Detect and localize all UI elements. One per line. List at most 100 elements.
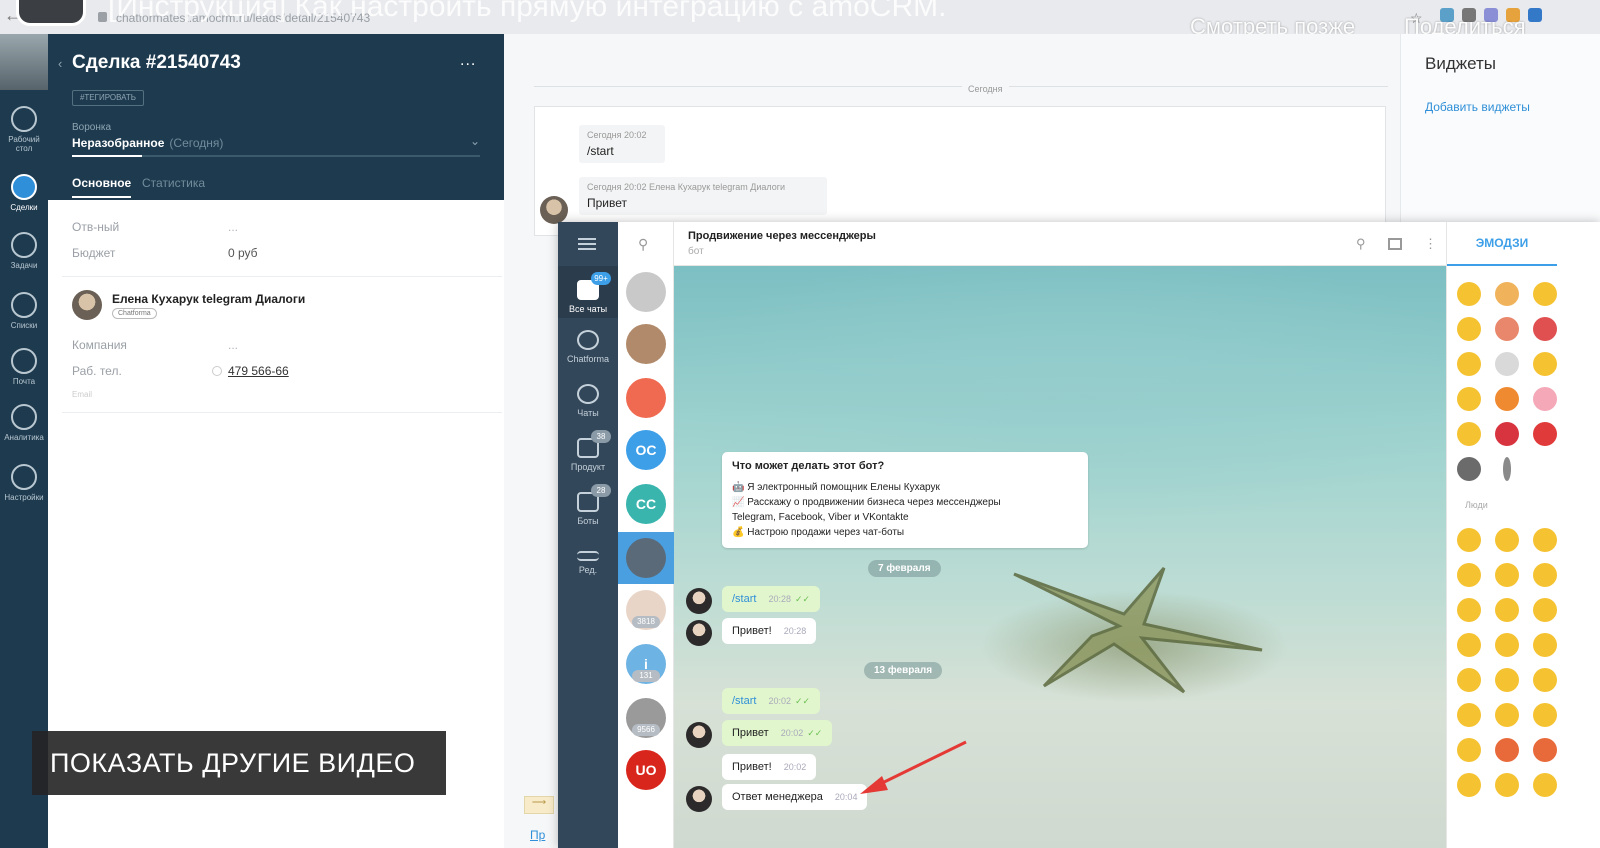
field-value-budget[interactable]: 0 руб (228, 246, 258, 260)
emoji-item[interactable] (1533, 738, 1557, 762)
folder-chatforma[interactable]: Chatforma (558, 330, 618, 364)
feed-contact-avatar[interactable] (540, 196, 568, 224)
emoji-item[interactable] (1495, 317, 1519, 341)
more-menu-button[interactable]: ... (460, 52, 476, 70)
sidebar-toggle-icon[interactable] (1388, 238, 1402, 250)
emoji-item[interactable] (1503, 457, 1511, 481)
user-avatar[interactable] (0, 34, 48, 90)
tab-emoji[interactable]: ЭМОДЗИ (1447, 236, 1557, 250)
video-title[interactable]: [Инструкция] Как настроить прямую интегр… (108, 0, 946, 24)
emoji-item[interactable] (1457, 282, 1481, 306)
emoji-item[interactable] (1495, 633, 1519, 657)
emoji-item[interactable] (1533, 352, 1557, 376)
chat-avatar[interactable]: OC (626, 430, 666, 470)
phone-icon[interactable] (212, 366, 222, 376)
nav-item-mail[interactable]: Почта (0, 348, 48, 386)
extension-icon[interactable] (1528, 8, 1542, 22)
field-value-company[interactable]: ... (228, 338, 238, 352)
emoji-item[interactable] (1495, 528, 1519, 552)
emoji-item[interactable] (1457, 668, 1481, 692)
chat-avatar[interactable] (626, 324, 666, 364)
feed-bottom-link[interactable]: Пр (530, 828, 545, 842)
emoji-item[interactable] (1495, 352, 1519, 376)
message-bubble-outgoing[interactable]: /start 20:28 ✓✓ (722, 586, 821, 612)
emoji-item[interactable] (1495, 598, 1519, 622)
emoji-item[interactable] (1533, 317, 1557, 341)
nav-item-deals[interactable]: Сделки (0, 174, 48, 212)
emoji-item[interactable] (1495, 738, 1519, 762)
nav-item-settings[interactable]: Настройки (0, 464, 48, 502)
search-icon[interactable]: ⚲ (638, 236, 648, 253)
folder-product[interactable]: 38 Продукт (558, 430, 618, 472)
emoji-item[interactable] (1457, 598, 1481, 622)
emoji-item[interactable] (1533, 703, 1557, 727)
folder-bots[interactable]: 28 Боты (558, 484, 618, 526)
tag-button[interactable]: #ТЕГИРОВАТЬ (72, 90, 144, 106)
funnel-select[interactable]: Неразобранное (Сегодня) (72, 136, 223, 150)
emoji-item[interactable] (1495, 773, 1519, 797)
emoji-item[interactable] (1457, 738, 1481, 762)
tab-statistics[interactable]: Статистика (142, 176, 205, 190)
emoji-item[interactable] (1533, 528, 1557, 552)
emoji-item[interactable] (1533, 633, 1557, 657)
chat-avatar[interactable]: CC (626, 484, 666, 524)
message-avatar[interactable] (686, 620, 712, 646)
emoji-item[interactable] (1457, 387, 1481, 411)
folder-all-chats[interactable]: 99+ Все чаты (558, 266, 618, 318)
chat-title[interactable]: Продвижение через мессенджеры (688, 230, 876, 242)
emoji-item[interactable] (1457, 352, 1481, 376)
contact-avatar[interactable] (72, 290, 102, 320)
emoji-item[interactable] (1457, 317, 1481, 341)
emoji-item[interactable] (1495, 282, 1519, 306)
feed-note-tab[interactable]: ⟶ (524, 796, 554, 814)
emoji-item[interactable] (1495, 387, 1519, 411)
emoji-item[interactable] (1457, 773, 1481, 797)
search-icon[interactable]: ⚲ (1356, 236, 1366, 252)
message-avatar[interactable] (686, 588, 712, 614)
emoji-item[interactable] (1457, 563, 1481, 587)
emoji-item[interactable] (1495, 422, 1519, 446)
menu-icon[interactable] (578, 238, 596, 250)
nav-item-tasks[interactable]: Задачи (0, 232, 48, 270)
chevron-down-icon[interactable]: ⌄ (470, 134, 480, 148)
emoji-item[interactable] (1533, 422, 1557, 446)
chat-avatar[interactable]: UO (626, 750, 666, 790)
emoji-item[interactable] (1533, 773, 1557, 797)
folder-chats[interactable]: Чаты (558, 384, 618, 418)
emoji-item[interactable] (1457, 528, 1481, 552)
emoji-item[interactable] (1533, 668, 1557, 692)
folder-edit[interactable]: Ред. (558, 546, 618, 575)
emoji-item[interactable] (1533, 598, 1557, 622)
nav-item-analytics[interactable]: Аналитика (0, 404, 48, 442)
emoji-item[interactable] (1495, 668, 1519, 692)
contact-name[interactable]: Елена Кухарук telegram Диалоги (112, 292, 305, 306)
message-bubble-incoming[interactable]: Привет! 20:28 (722, 618, 817, 644)
emoji-item[interactable] (1533, 563, 1557, 587)
message-bubble-incoming[interactable]: Привет! 20:02 (722, 754, 817, 780)
add-widgets-link[interactable]: Добавить виджеты (1425, 100, 1530, 114)
emoji-item[interactable] (1457, 703, 1481, 727)
emoji-item[interactable] (1457, 457, 1481, 481)
chat-avatar[interactable] (626, 378, 666, 418)
chat-avatar[interactable] (626, 272, 666, 312)
chat-avatar[interactable] (626, 538, 666, 578)
emoji-item[interactable] (1533, 387, 1557, 411)
show-more-videos-button[interactable]: ПОКАЗАТЬ ДРУГИЕ ВИДЕО (32, 731, 446, 795)
nav-item-dashboard[interactable]: Рабочий стол (0, 106, 48, 153)
message-bubble-outgoing[interactable]: /start 20:02 ✓✓ (722, 688, 821, 714)
emoji-item[interactable] (1495, 563, 1519, 587)
message-bubble-outgoing[interactable]: Привет 20:02 ✓✓ (722, 720, 833, 746)
emoji-item[interactable] (1495, 703, 1519, 727)
field-value-responsible[interactable]: ... (228, 220, 238, 234)
emoji-item[interactable] (1457, 422, 1481, 446)
field-value-phone[interactable]: 479 566-66 (228, 364, 289, 378)
emoji-item[interactable] (1533, 282, 1557, 306)
chevron-left-icon[interactable]: ‹ (58, 56, 62, 71)
emoji-item[interactable] (1457, 633, 1481, 657)
channel-logo[interactable] (16, 0, 86, 26)
message-avatar[interactable] (686, 722, 712, 748)
tab-main[interactable]: Основное (72, 176, 132, 198)
nav-item-lists[interactable]: Списки (0, 292, 48, 330)
more-vertical-icon[interactable]: ⋮ (1424, 236, 1437, 252)
message-avatar[interactable] (686, 786, 712, 812)
